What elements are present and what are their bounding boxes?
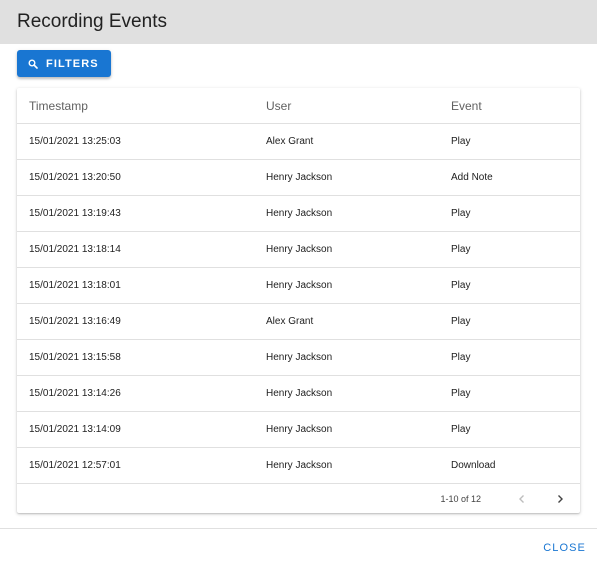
table-row[interactable]: 15/01/2021 13:16:49 Alex Grant Play [17, 303, 580, 340]
filters-button-label: FILTERS [46, 57, 99, 70]
cell-user: Henry Jackson [254, 267, 439, 304]
chevron-left-icon[interactable] [513, 490, 531, 508]
cell-event: Play [439, 267, 580, 304]
cell-user: Henry Jackson [254, 195, 439, 232]
column-header-timestamp[interactable]: Timestamp [17, 88, 254, 124]
cell-event: Play [439, 375, 580, 412]
close-button[interactable]: CLOSE [543, 540, 586, 556]
footer-divider [0, 528, 597, 529]
table-row[interactable]: 15/01/2021 13:19:43 Henry Jackson Play [17, 195, 580, 232]
pagination: 1-10 of 12 [17, 485, 580, 513]
cell-user: Alex Grant [254, 123, 439, 160]
cell-event: Play [439, 339, 580, 376]
cell-timestamp: 15/01/2021 12:57:01 [17, 447, 254, 484]
table-header-row: Timestamp User Event [17, 88, 580, 124]
dialog-title: Recording Events [17, 11, 167, 32]
cell-timestamp: 15/01/2021 13:18:14 [17, 231, 254, 268]
events-table-card: Timestamp User Event 15/01/2021 13:25:03… [17, 88, 580, 513]
cell-event: Play [439, 303, 580, 340]
toolbar: FILTERS [0, 44, 597, 86]
recording-events-dialog: Recording Events FILTERS Timestamp User … [0, 0, 597, 566]
table-row[interactable]: 15/01/2021 12:57:01 Henry Jackson Downlo… [17, 447, 580, 484]
cell-timestamp: 15/01/2021 13:14:09 [17, 411, 254, 448]
cell-user: Henry Jackson [254, 447, 439, 484]
dialog-header: Recording Events [0, 0, 597, 44]
cell-timestamp: 15/01/2021 13:19:43 [17, 195, 254, 232]
table-row[interactable]: 15/01/2021 13:20:50 Henry Jackson Add No… [17, 159, 580, 196]
cell-timestamp: 15/01/2021 13:18:01 [17, 267, 254, 304]
cell-event: Play [439, 411, 580, 448]
cell-event: Play [439, 195, 580, 232]
cell-timestamp: 15/01/2021 13:15:58 [17, 339, 254, 376]
cell-event: Play [439, 123, 580, 160]
cell-event: Add Note [439, 159, 580, 196]
table-row[interactable]: 15/01/2021 13:14:26 Henry Jackson Play [17, 375, 580, 412]
cell-user: Alex Grant [254, 303, 439, 340]
table-row[interactable]: 15/01/2021 13:14:09 Henry Jackson Play [17, 411, 580, 448]
cell-user: Henry Jackson [254, 231, 439, 268]
events-table: Timestamp User Event 15/01/2021 13:25:03… [17, 88, 580, 484]
cell-event: Play [439, 231, 580, 268]
column-header-event[interactable]: Event [439, 88, 580, 124]
table-row[interactable]: 15/01/2021 13:15:58 Henry Jackson Play [17, 339, 580, 376]
table-row[interactable]: 15/01/2021 13:18:14 Henry Jackson Play [17, 231, 580, 268]
table-row[interactable]: 15/01/2021 13:25:03 Alex Grant Play [17, 123, 580, 160]
search-icon [28, 59, 38, 69]
column-header-user[interactable]: User [254, 88, 439, 124]
cell-user: Henry Jackson [254, 375, 439, 412]
cell-timestamp: 15/01/2021 13:25:03 [17, 123, 254, 160]
cell-timestamp: 15/01/2021 13:16:49 [17, 303, 254, 340]
cell-timestamp: 15/01/2021 13:20:50 [17, 159, 254, 196]
cell-user: Henry Jackson [254, 159, 439, 196]
table-row[interactable]: 15/01/2021 13:18:01 Henry Jackson Play [17, 267, 580, 304]
pagination-range: 1-10 of 12 [440, 494, 481, 504]
filters-button[interactable]: FILTERS [17, 50, 111, 77]
cell-timestamp: 15/01/2021 13:14:26 [17, 375, 254, 412]
chevron-right-icon[interactable] [551, 490, 569, 508]
cell-user: Henry Jackson [254, 339, 439, 376]
cell-event: Download [439, 447, 580, 484]
cell-user: Henry Jackson [254, 411, 439, 448]
